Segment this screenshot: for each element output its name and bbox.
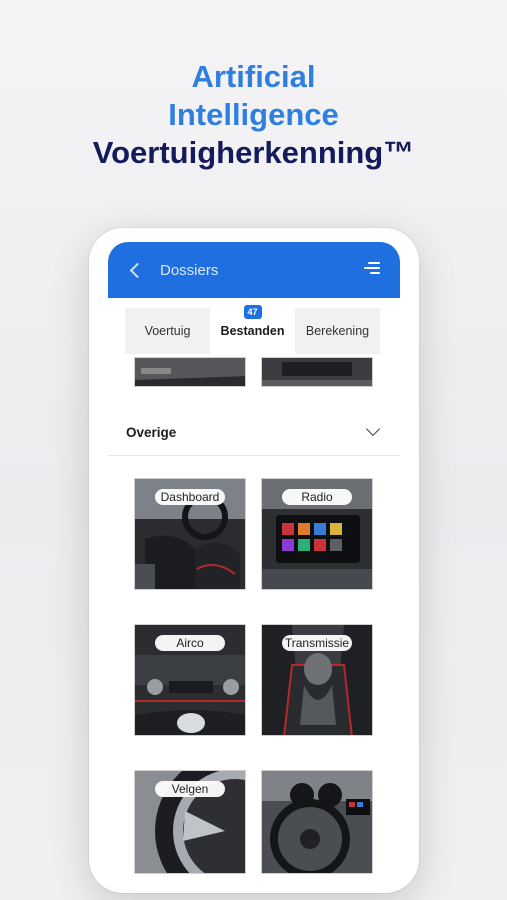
phone-frame: Dossiers Voertuig 47 Bestanden Berekenin…: [89, 228, 419, 893]
app-bar-title: Dossiers: [160, 261, 219, 279]
app-bar: Dossiers: [108, 242, 400, 298]
section-title: Overige: [126, 425, 177, 440]
photo-label: Airco: [155, 635, 225, 651]
section-header-overige[interactable]: Overige: [108, 410, 400, 456]
tab-bestanden[interactable]: 47 Bestanden: [210, 305, 295, 354]
photo-thumbnail-partial[interactable]: [261, 357, 373, 387]
photo-dashboard[interactable]: Dashboard: [134, 478, 246, 590]
headline-line-1: Artificial: [191, 59, 316, 94]
headline-line-3: Voertuigherkenning™: [92, 135, 415, 170]
tab-voertuig[interactable]: Voertuig: [125, 308, 210, 354]
photo-thumbnail-partial[interactable]: [134, 357, 246, 387]
tab-label: Berekening: [305, 324, 370, 338]
headline-line-2: Intelligence: [168, 97, 339, 132]
count-badge: 47: [243, 305, 262, 319]
photo-label: Radio: [282, 489, 352, 505]
tab-bar: Voertuig 47 Bestanden Berekening: [125, 305, 380, 354]
filter-menu-icon[interactable]: [362, 262, 380, 276]
tab-label: Bestanden: [220, 324, 285, 338]
photo-transmissie[interactable]: Transmissie: [261, 624, 373, 736]
photo-airco[interactable]: Airco: [134, 624, 246, 736]
photo-steering-wheel[interactable]: [261, 770, 373, 874]
photo-label: Transmissie: [282, 635, 352, 651]
chevron-left-icon[interactable]: [122, 257, 148, 283]
tab-label: Voertuig: [144, 324, 191, 338]
tab-berekening[interactable]: Berekening: [295, 308, 380, 354]
photo-velgen[interactable]: Velgen: [134, 770, 246, 874]
photo-radio[interactable]: Radio: [261, 478, 373, 590]
photo-label: Velgen: [155, 781, 225, 797]
chevron-down-icon[interactable]: [365, 421, 381, 437]
photo-label: Dashboard: [155, 489, 225, 505]
promo-headline: Artificial Intelligence Voertuigherkenni…: [0, 58, 507, 172]
